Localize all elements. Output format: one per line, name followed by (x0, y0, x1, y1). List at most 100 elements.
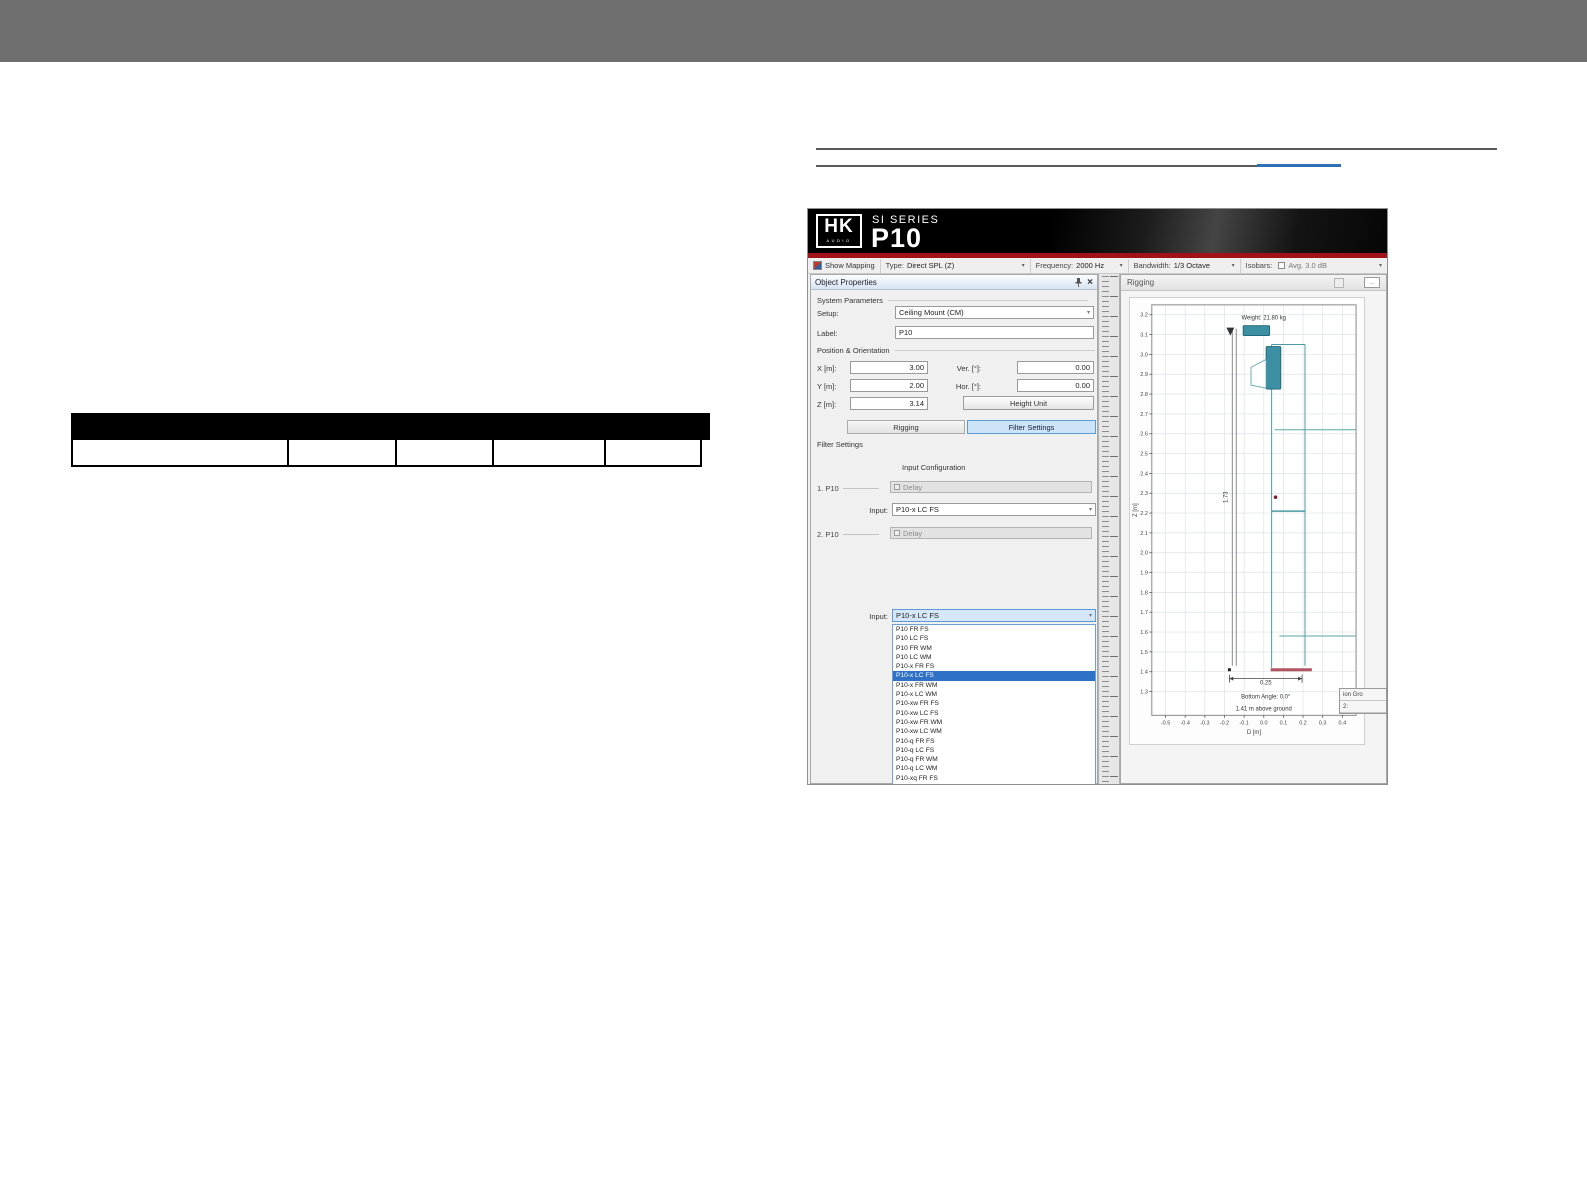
group-1-option: Delay (890, 481, 1092, 493)
svg-text:2.2: 2.2 (1140, 511, 1148, 517)
group-1-option-label: Delay (903, 483, 922, 492)
svg-text:0.3: 0.3 (1319, 720, 1327, 726)
dropdown-item[interactable]: P10 FR WM (893, 644, 1095, 653)
table-cell (287, 440, 397, 467)
show-mapping-button[interactable]: Show Mapping (808, 259, 881, 273)
ver-field[interactable]: 0.00 (1017, 361, 1094, 374)
dropdown-item[interactable]: P10 FR FS (893, 625, 1095, 634)
dropdown-item[interactable]: P10-x LC FS (893, 671, 1095, 680)
tab-filter-label: Filter Settings (1009, 423, 1055, 432)
input-1-label: Input: (846, 506, 888, 515)
svg-text:Z [m]: Z [m] (1133, 503, 1139, 517)
dropdown-item[interactable]: P10-xw FR FS (893, 699, 1095, 708)
dropdown-item[interactable]: P10-xq LC FS (893, 783, 1095, 785)
group-2-label: 2. P10 (817, 530, 879, 539)
tab-rigging[interactable]: Rigging (847, 420, 965, 434)
dropdown-item[interactable]: P10-xw FR WM (893, 718, 1095, 727)
partial-overlay-panel: ion Gro 2: (1339, 688, 1387, 714)
rigging-titlebar: Rigging … (1121, 275, 1386, 291)
show-mapping-label: Show Mapping (825, 261, 875, 270)
checkbox-icon (894, 484, 900, 490)
dropdown-item[interactable]: P10-xw LC WM (893, 727, 1095, 736)
svg-text:1.41 m above ground: 1.41 m above ground (1236, 706, 1292, 712)
dropdown-item[interactable]: P10 LC FS (893, 634, 1095, 643)
svg-text:1.9: 1.9 (1140, 571, 1148, 577)
chevron-down-icon: ▾ (1089, 612, 1092, 619)
chevron-down-icon: ▾ (1022, 262, 1025, 269)
close-icon[interactable]: × (1087, 278, 1093, 287)
dropdown-item[interactable]: P10-xq FR FS (893, 774, 1095, 783)
svg-text:1.8: 1.8 (1140, 590, 1148, 596)
x-field[interactable]: 3.00 (850, 361, 928, 374)
group-2-option: Delay (890, 527, 1092, 539)
svg-text:-0.1: -0.1 (1239, 720, 1248, 726)
setup-value: Ceiling Mount (CM) (899, 308, 964, 317)
input-1-combo[interactable]: P10-x LC FS▾ (892, 503, 1096, 516)
dropdown-item[interactable]: P10-q LC FS (893, 746, 1095, 755)
isobars-checkbox[interactable] (1278, 262, 1285, 269)
frequency-value: 2000 Hz (1076, 261, 1104, 270)
hor-label: Hor. [°]: (939, 382, 981, 391)
chevron-down-icon: ▾ (1379, 262, 1382, 269)
chevron-down-icon: ▾ (1120, 262, 1123, 269)
type-combo[interactable]: Type: Direct SPL (Z) ▾ (881, 259, 1031, 273)
dropdown-item[interactable]: P10-x FR FS (893, 662, 1095, 671)
dropdown-item[interactable]: P10-q FR FS (893, 737, 1095, 746)
app-header: HK AUDIO SI SERIES P10 (808, 209, 1387, 253)
input-2-combo[interactable]: P10-x LC FS▾ (892, 609, 1096, 622)
vertical-ruler (1098, 274, 1120, 784)
dropdown-item[interactable]: P10-x LC WM (893, 690, 1095, 699)
svg-text:2.9: 2.9 (1140, 372, 1148, 378)
z-label: Z [m]: (817, 400, 836, 409)
table-cell (604, 440, 702, 467)
tab-filter-settings[interactable]: Filter Settings (967, 420, 1096, 434)
dropdown-item[interactable]: P10 LC WM (893, 653, 1095, 662)
input-configuration-label: Input Configuration (902, 463, 965, 472)
partial-combo[interactable]: … (1364, 277, 1380, 288)
setup-combo[interactable]: Ceiling Mount (CM)▾ (895, 306, 1094, 319)
isobars-label: Isobars: (1246, 261, 1273, 270)
panel-button-icon[interactable] (1334, 278, 1344, 288)
svg-text:3.0: 3.0 (1140, 352, 1148, 358)
x-label: X [m]: (817, 364, 837, 373)
bandwidth-label: Bandwidth: (1134, 261, 1171, 270)
table-header-row (71, 413, 710, 440)
svg-text:1.7: 1.7 (1140, 610, 1148, 616)
input-dropdown-list[interactable]: P10 FR FSP10 LC FSP10 FR WMP10 LC WMP10-… (892, 624, 1096, 785)
bandwidth-combo[interactable]: Bandwidth: 1/3 Octave ▾ (1129, 259, 1241, 273)
y-label: Y [m]: (817, 382, 836, 391)
label-field[interactable]: P10 (895, 326, 1094, 339)
svg-text:3.1: 3.1 (1140, 333, 1148, 339)
svg-text:1.4: 1.4 (1140, 670, 1148, 676)
document-page: HK AUDIO SI SERIES P10 Show Mapping Type… (0, 0, 1587, 1191)
show-mapping-icon (813, 261, 822, 270)
svg-text:2.1: 2.1 (1140, 531, 1148, 537)
rigging-chart: -0.5-0.4-0.3-0.2-0.10.00.10.20.30.41.31.… (1129, 297, 1365, 745)
link-underline[interactable] (1257, 164, 1341, 167)
bandwidth-value: 1/3 Octave (1174, 261, 1210, 270)
dropdown-item[interactable]: P10-q LC WM (893, 764, 1095, 773)
ver-value: 0.00 (1075, 363, 1090, 372)
height-unit-button[interactable]: Height Unit (963, 396, 1094, 410)
svg-text:2.7: 2.7 (1140, 412, 1148, 418)
partial-overlay-row: ion Gro (1340, 689, 1386, 701)
pin-icon[interactable] (1074, 278, 1083, 287)
document-table (71, 413, 710, 467)
svg-text:0.0: 0.0 (1260, 720, 1268, 726)
isobars-control[interactable]: Isobars: Avg. 3.0 dB ▾ (1241, 259, 1387, 273)
z-field[interactable]: 3.14 (850, 397, 928, 410)
dropdown-item[interactable]: P10-x FR WM (893, 681, 1095, 690)
svg-text:D [m]: D [m] (1247, 730, 1262, 736)
frequency-combo[interactable]: Frequency: 2000 Hz ▾ (1031, 259, 1129, 273)
page-header-bar (0, 0, 1587, 62)
dropdown-item[interactable]: P10-xw LC FS (893, 709, 1095, 718)
svg-text:Bottom Angle: 0.0°: Bottom Angle: 0.0° (1241, 694, 1291, 700)
section-system-parameters: System Parameters (817, 296, 1088, 305)
dropdown-item[interactable]: P10-q FR WM (893, 755, 1095, 764)
label-value: P10 (899, 328, 912, 337)
svg-text:2.5: 2.5 (1140, 452, 1148, 458)
object-properties-titlebar: Object Properties × (811, 275, 1097, 290)
group-2-option-label: Delay (903, 529, 922, 538)
y-field[interactable]: 2.00 (850, 379, 928, 392)
hor-field[interactable]: 0.00 (1017, 379, 1094, 392)
